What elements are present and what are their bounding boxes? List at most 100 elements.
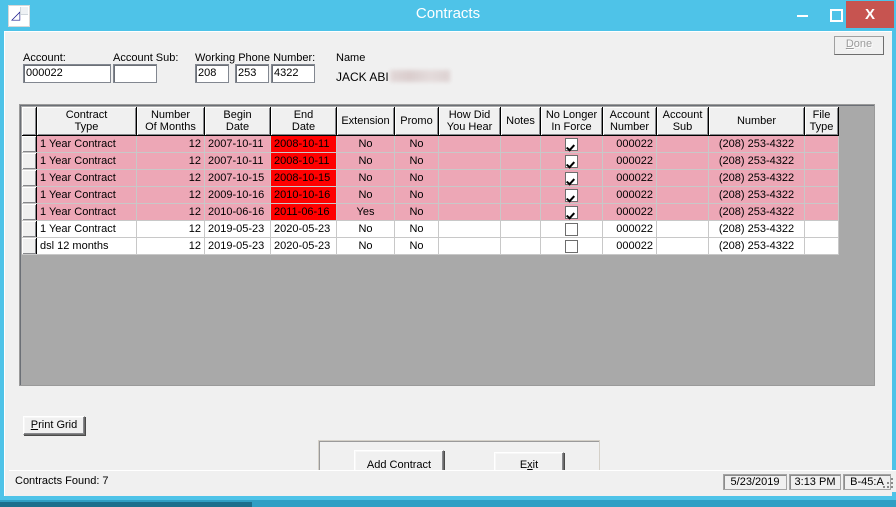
cell-notes[interactable] xyxy=(500,220,541,238)
column-header[interactable]: How Did You Hear xyxy=(438,107,501,136)
title-bar[interactable]: ◿ Contracts X xyxy=(0,0,896,31)
cell-contract-type[interactable]: 1 Year Contract xyxy=(36,203,137,221)
cell-promo[interactable]: No xyxy=(394,220,439,238)
cell-how-did-you-hear[interactable] xyxy=(438,237,501,255)
cell-contract-type[interactable]: 1 Year Contract xyxy=(36,169,137,187)
cell-months[interactable]: 12 xyxy=(136,203,205,221)
cell-account-sub[interactable] xyxy=(656,135,709,153)
cell-no-longer-in-force[interactable] xyxy=(540,169,603,187)
cell-extension[interactable]: No xyxy=(336,152,395,170)
row-selector[interactable] xyxy=(22,135,37,153)
cell-file-type[interactable] xyxy=(804,203,839,221)
column-header[interactable]: Extension xyxy=(336,107,395,136)
cell-account-sub[interactable] xyxy=(656,237,709,255)
cell-no-longer-in-force[interactable] xyxy=(540,135,603,153)
row-selector[interactable] xyxy=(22,237,37,255)
table-row[interactable]: 1 Year Contract 12 2019-05-23 2020-05-23 No N… xyxy=(22,220,839,238)
cell-account-number[interactable]: 000022 xyxy=(602,152,657,170)
cell-months[interactable]: 12 xyxy=(136,169,205,187)
cell-number[interactable]: (208) 253-4322 xyxy=(708,220,805,238)
cell-contract-type[interactable]: dsl 12 months xyxy=(36,237,137,255)
minimize-button[interactable] xyxy=(786,1,819,28)
cell-extension[interactable]: No xyxy=(336,135,395,153)
cell-end-date[interactable]: 2008-10-15 xyxy=(270,169,337,187)
cell-number[interactable]: (208) 253-4322 xyxy=(708,135,805,153)
cell-contract-type[interactable]: 1 Year Contract xyxy=(36,220,137,238)
table-row[interactable]: 1 Year Contract 12 2010-06-16 2011-06-16 Yes… xyxy=(22,203,839,221)
cell-account-number[interactable]: 000022 xyxy=(602,169,657,187)
cell-how-did-you-hear[interactable] xyxy=(438,169,501,187)
cell-account-number[interactable]: 000022 xyxy=(602,203,657,221)
cell-account-number[interactable]: 000022 xyxy=(602,186,657,204)
account-input[interactable]: 000022 xyxy=(23,64,111,83)
cell-file-type[interactable] xyxy=(804,135,839,153)
cell-notes[interactable] xyxy=(500,135,541,153)
cell-how-did-you-hear[interactable] xyxy=(438,152,501,170)
cell-promo[interactable]: No xyxy=(394,135,439,153)
cell-number[interactable]: (208) 253-4322 xyxy=(708,186,805,204)
row-selector[interactable] xyxy=(22,186,37,204)
cell-extension[interactable]: No xyxy=(336,237,395,255)
close-button[interactable]: X xyxy=(846,1,894,28)
cell-extension[interactable]: Yes xyxy=(336,203,395,221)
cell-extension[interactable]: No xyxy=(336,186,395,204)
taskbar-item[interactable] xyxy=(0,502,252,507)
cell-months[interactable]: 12 xyxy=(136,152,205,170)
cell-promo[interactable]: No xyxy=(394,203,439,221)
done-button[interactable]: Done xyxy=(834,36,884,55)
cell-file-type[interactable] xyxy=(804,186,839,204)
column-header[interactable]: Account Number xyxy=(602,107,657,136)
cell-no-longer-in-force[interactable] xyxy=(540,220,603,238)
cell-begin-date[interactable]: 2007-10-11 xyxy=(204,135,271,153)
row-selector[interactable] xyxy=(22,152,37,170)
cell-notes[interactable] xyxy=(500,152,541,170)
cell-number[interactable]: (208) 253-4322 xyxy=(708,203,805,221)
cell-promo[interactable]: No xyxy=(394,237,439,255)
column-header[interactable]: File Type xyxy=(804,107,839,136)
cell-no-longer-in-force[interactable] xyxy=(540,186,603,204)
cell-promo[interactable]: No xyxy=(394,152,439,170)
phone-prefix-input[interactable]: 253 xyxy=(235,64,269,83)
cell-begin-date[interactable]: 2007-10-11 xyxy=(204,152,271,170)
checkbox-unchecked-icon[interactable] xyxy=(565,222,578,236)
cell-extension[interactable]: No xyxy=(336,220,395,238)
cell-how-did-you-hear[interactable] xyxy=(438,203,501,221)
table-row[interactable]: 1 Year Contract 12 2009-10-16 2010-10-16 No N… xyxy=(22,186,839,204)
cell-number[interactable]: (208) 253-4322 xyxy=(708,152,805,170)
cell-months[interactable]: 12 xyxy=(136,220,205,238)
cell-begin-date[interactable]: 2019-05-23 xyxy=(204,237,271,255)
cell-account-sub[interactable] xyxy=(656,220,709,238)
cell-months[interactable]: 12 xyxy=(136,135,205,153)
checkbox-checked-icon[interactable] xyxy=(565,137,578,151)
row-selector[interactable] xyxy=(22,220,37,238)
cell-end-date[interactable]: 2008-10-11 xyxy=(270,152,337,170)
cell-no-longer-in-force[interactable] xyxy=(540,203,603,221)
checkbox-checked-icon[interactable] xyxy=(565,154,578,168)
cell-account-number[interactable]: 000022 xyxy=(602,220,657,238)
cell-no-longer-in-force[interactable] xyxy=(540,237,603,255)
column-header[interactable]: Account Sub xyxy=(656,107,709,136)
cell-file-type[interactable] xyxy=(804,220,839,238)
cell-end-date[interactable]: 2020-05-23 xyxy=(270,220,337,238)
cell-notes[interactable] xyxy=(500,237,541,255)
cell-end-date[interactable]: 2010-10-16 xyxy=(270,186,337,204)
column-header[interactable]: Notes xyxy=(500,107,541,136)
cell-account-sub[interactable] xyxy=(656,186,709,204)
column-header[interactable]: Promo xyxy=(394,107,439,136)
checkbox-checked-icon[interactable] xyxy=(565,188,578,202)
cell-file-type[interactable] xyxy=(804,237,839,255)
cell-notes[interactable] xyxy=(500,186,541,204)
phone-line-input[interactable]: 4322 xyxy=(271,64,315,83)
cell-no-longer-in-force[interactable] xyxy=(540,152,603,170)
column-header[interactable]: Begin Date xyxy=(204,107,271,136)
cell-account-sub[interactable] xyxy=(656,169,709,187)
cell-begin-date[interactable]: 2019-05-23 xyxy=(204,220,271,238)
table-row[interactable]: dsl 12 months 12 2019-05-23 2020-05-23 No No 0… xyxy=(22,237,839,255)
cell-account-sub[interactable] xyxy=(656,152,709,170)
cell-begin-date[interactable]: 2009-10-16 xyxy=(204,186,271,204)
cell-account-number[interactable]: 000022 xyxy=(602,237,657,255)
account-sub-input[interactable] xyxy=(113,64,157,83)
column-header[interactable]: Number Of Months xyxy=(136,107,205,136)
row-selector[interactable] xyxy=(22,203,37,221)
cell-months[interactable]: 12 xyxy=(136,237,205,255)
